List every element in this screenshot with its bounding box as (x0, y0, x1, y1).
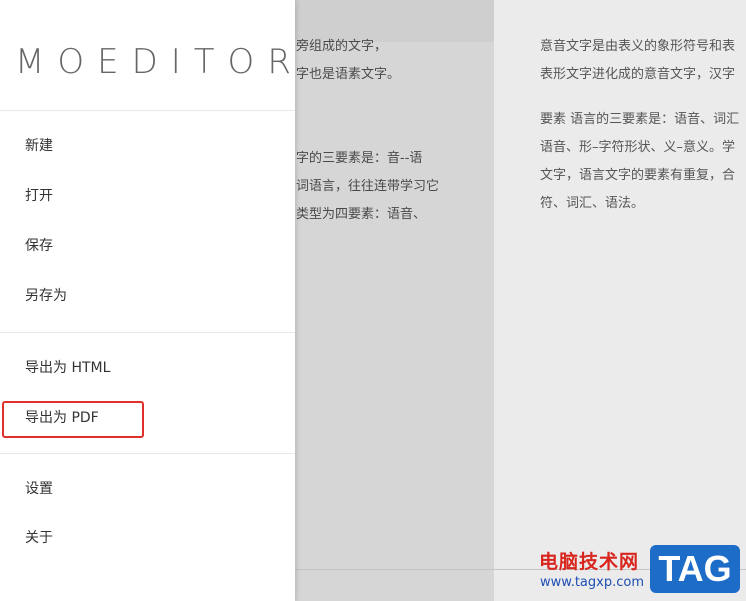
preview-line: 意音文字是由表义的象形符号和表 (540, 39, 736, 54)
preview-line: 文字，语言文字的要素有重复，合 (540, 168, 736, 183)
preview-line: 语音、形–字符形状、义–意义。学 (540, 140, 736, 155)
menu-item-settings[interactable]: 设置 (0, 468, 295, 508)
editor-line: 词语言，往往连带学习它 (296, 179, 440, 194)
watermark-url: www.tagxp.com (540, 575, 644, 590)
preview-line: 表形文字进化成的意音文字，汉字 (540, 67, 736, 82)
preview-line: 符、词汇、语法。 (540, 196, 645, 211)
export-pdf-highlight-box (2, 401, 144, 438)
menu-item-open[interactable]: 打开 (0, 175, 295, 215)
side-drawer: MOEDITOR 新建 打开 保存 另存为 导出为 HTML 导出为 PDF 设… (0, 0, 295, 601)
menu-item-new[interactable]: 新建 (0, 125, 295, 165)
menu-item-export-html[interactable]: 导出为 HTML (0, 347, 295, 387)
menu-item-save-as[interactable]: 另存为 (0, 275, 295, 315)
menu-divider (0, 110, 295, 111)
editor-line: 旁组成的文字， (296, 39, 388, 54)
menu-divider (0, 453, 295, 454)
editor-line: 类型为四要素：语音、 (296, 207, 427, 222)
menu-item-save[interactable]: 保存 (0, 225, 295, 265)
menu-item-about[interactable]: 关于 (0, 517, 295, 557)
editor-line: 字的三要素是：音--语 (296, 151, 423, 166)
watermark-tag-logo: TAG (650, 545, 740, 593)
editor-line: 字也是语素文字。 (296, 67, 401, 82)
preview-line: 要素 语言的三要素是：语音、词汇 (540, 112, 740, 127)
preview-pane (494, 0, 746, 601)
menu-divider (0, 332, 295, 333)
watermark-site-name: 电脑技术网 (539, 551, 640, 573)
app-logo: MOEDITOR (15, 42, 304, 82)
